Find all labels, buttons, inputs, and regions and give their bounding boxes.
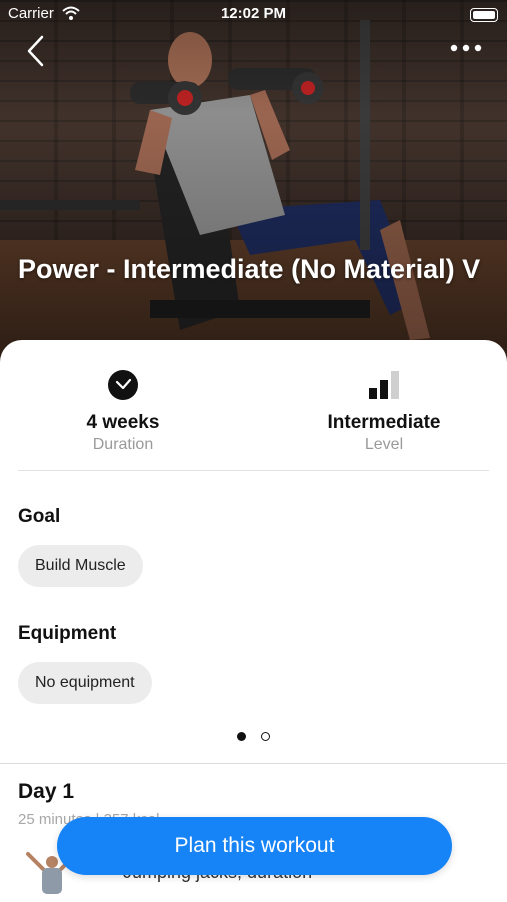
- battery-icon: [470, 8, 498, 22]
- clock-icon: [108, 370, 138, 400]
- workout-title: Power - Intermediate (No Material) V: [18, 254, 481, 284]
- more-options-icon[interactable]: [449, 40, 483, 56]
- day-title: Day 1: [18, 780, 75, 803]
- section-divider: [0, 763, 507, 764]
- stats-row: 4 weeks Duration Intermediate Level: [0, 368, 507, 458]
- back-chevron-icon[interactable]: [24, 34, 48, 68]
- stats-divider: [18, 470, 489, 471]
- level-label: Level: [364, 436, 404, 453]
- page-dot[interactable]: [260, 732, 270, 741]
- goal-title: Goal: [18, 506, 61, 527]
- page-indicator[interactable]: [0, 728, 507, 746]
- goal-chip: Build Muscle: [18, 545, 143, 587]
- level-bars-icon: [369, 371, 399, 399]
- hero-shade: [0, 0, 507, 380]
- status-bar: Carrier 12:02 PM: [0, 0, 507, 28]
- plan-workout-button[interactable]: Plan this workout: [57, 817, 452, 875]
- duration-value: 4 weeks: [86, 412, 160, 433]
- equipment-title: Equipment: [18, 623, 117, 644]
- duration-label: Duration: [92, 436, 154, 453]
- clock-time: 12:02 PM: [220, 5, 287, 22]
- equipment-chip: No equipment: [18, 662, 152, 704]
- hero-image: [0, 0, 507, 380]
- details-sheet: 4 weeks Duration Intermediate Level Goal…: [0, 340, 507, 900]
- level-stat: Intermediate Level: [284, 368, 484, 454]
- page-dot-active[interactable]: [237, 732, 247, 741]
- level-value: Intermediate: [327, 412, 441, 433]
- duration-stat: 4 weeks Duration: [23, 368, 223, 454]
